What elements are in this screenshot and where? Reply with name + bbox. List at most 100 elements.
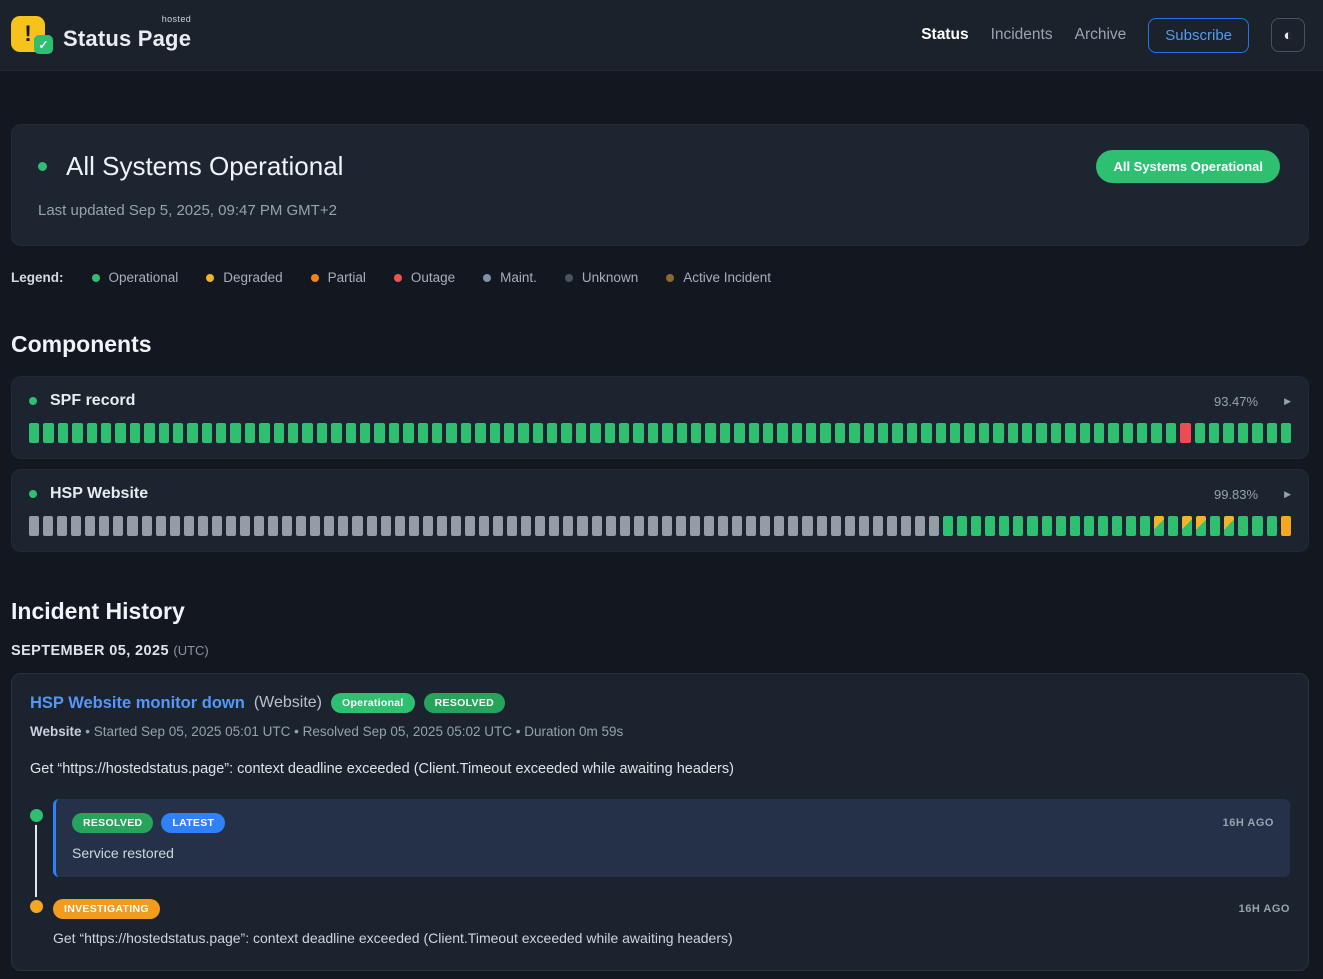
uptime-bar [461,423,471,443]
uptime-bar [547,423,557,443]
brand-logo[interactable]: ! ✓ hosted Status Page [11,14,191,56]
uptime-bar [929,516,939,536]
uptime-bar [1042,516,1052,536]
uptime-bar [1281,423,1291,443]
expand-chevron-icon[interactable]: ▶ [1284,489,1291,500]
uptime-bar [746,516,756,536]
nav-link-incidents[interactable]: Incidents [991,26,1053,44]
uptime-bar [475,423,485,443]
uptime-bar [212,516,222,536]
overall-status-dot [38,162,47,171]
resolved-badge: RESOLVED [72,813,153,833]
expand-chevron-icon[interactable]: ▶ [1284,396,1291,407]
uptime-bar [763,423,773,443]
uptime-bar [806,423,816,443]
uptime-bar [943,516,953,536]
uptime-bar [395,516,405,536]
uptime-bar [216,423,226,443]
uptime-bar [57,516,67,536]
incident-title-link[interactable]: HSP Website monitor down [30,694,245,713]
uptime-bar [245,423,255,443]
uptime-bar [43,516,53,536]
uptime-bar [115,423,125,443]
uptime-bar [432,423,442,443]
uptime-bar [1209,423,1219,443]
uptime-bar [691,423,701,443]
uptime-bar [576,423,586,443]
uptime-bar [282,516,292,536]
uptime-bar [184,516,194,536]
uptime-bar [423,516,433,536]
uptime-bars [29,516,1291,536]
incident-state-badge: RESOLVED [424,693,505,713]
uptime-bar [381,516,391,536]
incident-meta-details: • Started Sep 05, 2025 05:01 UTC • Resol… [82,724,624,739]
uptime-bar [720,423,730,443]
uptime-bar [648,423,658,443]
uptime-bar [1022,423,1032,443]
uptime-bar [662,516,672,536]
uptime-bar [901,516,911,536]
uptime-bar [732,516,742,536]
nav-link-status[interactable]: Status [921,26,968,44]
maint-dot-icon [483,274,491,282]
uptime-bar [331,423,341,443]
uptime-bar [561,423,571,443]
legend-item-unknown: Unknown [565,270,638,285]
uptime-bar [518,423,528,443]
uptime-bar [1108,423,1118,443]
component-header[interactable]: HSP Website 99.83% ▶ [29,485,1291,503]
uptime-bar [374,423,384,443]
uptime-bar [549,516,559,536]
uptime-bar [999,516,1009,536]
update-box: RESOLVED LATEST 16H AGO Service restored [53,799,1290,877]
uptime-bar [1267,516,1277,536]
incident-date: SEPTEMBER 05, 2025 [11,643,169,659]
uptime-bar [1036,423,1046,443]
incident-meta-component: Website [30,724,82,739]
legend-item-partial: Partial [311,270,366,285]
theme-toggle-button[interactable]: ◐ [1271,18,1305,52]
uptime-bar [1195,423,1205,443]
uptime-bar [563,516,573,536]
uptime-bar [99,516,109,536]
uptime-bar [144,423,154,443]
uptime-bar [367,516,377,536]
uptime-bar [964,423,974,443]
uptime-bar [1080,423,1090,443]
uptime-bar [936,423,946,443]
overall-status-badge: All Systems Operational [1096,150,1280,183]
uptime-bar [605,423,615,443]
uptime-bar [1123,423,1133,443]
component-name: HSP Website [50,485,148,503]
brand-superscript: hosted [162,14,191,24]
subscribe-button[interactable]: Subscribe [1148,18,1249,53]
uptime-bar [72,423,82,443]
component-name: SPF record [50,392,135,410]
nav-menu: Status Incidents Archive Subscribe ◐ [921,18,1305,53]
uptime-bar [101,423,111,443]
uptime-bar [662,423,672,443]
uptime-bar [1223,423,1233,443]
uptime-bar [845,516,855,536]
legend-item-label: Outage [411,270,455,285]
nav-link-archive[interactable]: Archive [1075,26,1127,44]
uptime-bar [985,516,995,536]
component-card-hsp-website: HSP Website 99.83% ▶ [11,469,1309,552]
uptime-bar [1126,516,1136,536]
uptime-bar [774,516,784,536]
uptime-bar [288,423,298,443]
uptime-bar [87,423,97,443]
overall-status-card: All Systems Operational All Systems Oper… [11,124,1309,246]
component-header[interactable]: SPF record 93.47% ▶ [29,392,1291,410]
uptime-bar [892,423,902,443]
uptime-bar [130,423,140,443]
legend-item-degraded: Degraded [206,270,282,285]
uptime-bar [606,516,616,536]
incident-update-latest: RESOLVED LATEST 16H AGO Service restored [30,799,1290,877]
update-message: Get “https://hostedstatus.page”: context… [53,930,1290,946]
uptime-bar [1070,516,1080,536]
uptime-bar [718,516,728,536]
uptime-bar [451,516,461,536]
component-status-dot [29,397,37,405]
